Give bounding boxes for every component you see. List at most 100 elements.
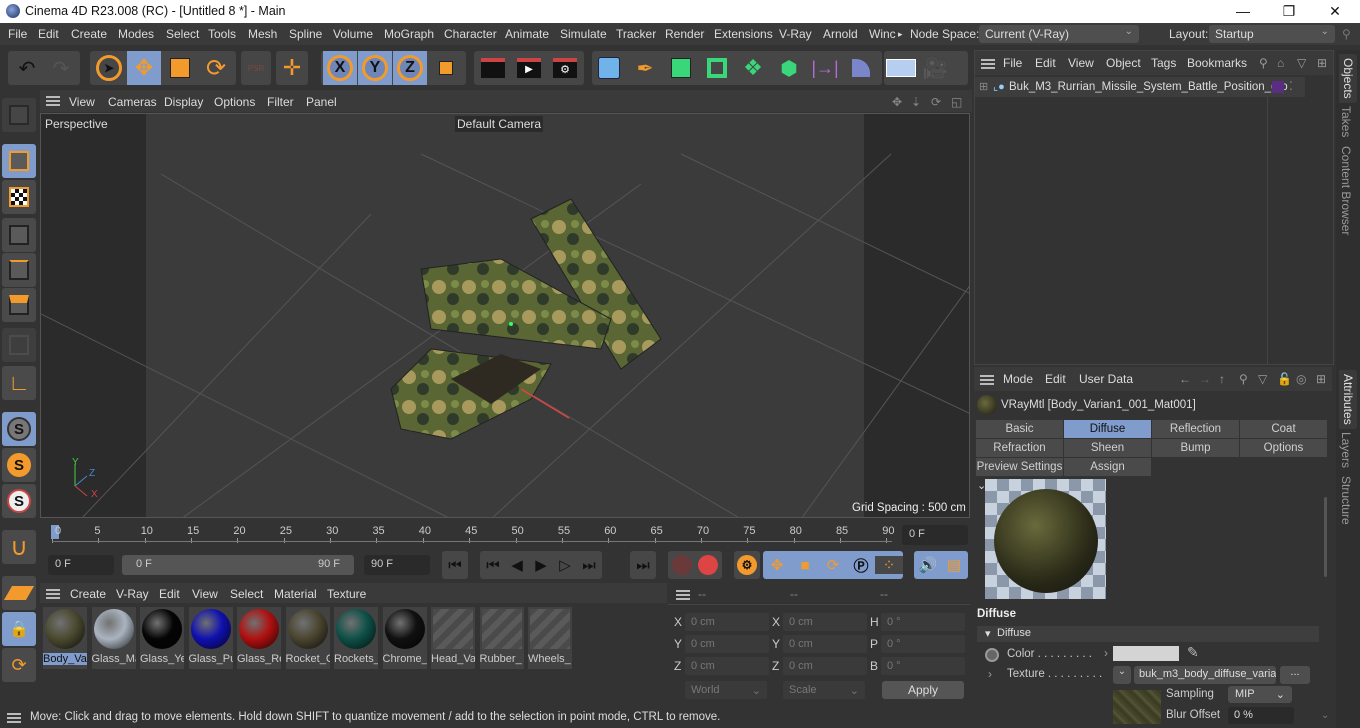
tab-refraction[interactable]: Refraction xyxy=(976,439,1064,457)
object-row[interactable]: ⊞ ⌞● Buk_M3_Rurrian_Missile_System_Battl… xyxy=(975,77,1305,97)
make-editable-button[interactable] xyxy=(2,98,36,132)
lock-workplane-button[interactable]: 🔒 xyxy=(2,612,36,646)
tab-assign[interactable]: Assign xyxy=(1064,458,1152,476)
texture-path-field[interactable]: buk_m3_body_diffuse_varia xyxy=(1134,666,1276,684)
texture-expand-icon[interactable]: › xyxy=(988,667,992,681)
search-icon[interactable]: ⚲ xyxy=(1259,56,1268,70)
snap-button[interactable]: S xyxy=(2,412,36,446)
attribute-menu-icon[interactable] xyxy=(980,374,994,388)
color-swatch[interactable] xyxy=(1113,646,1179,661)
coordinates-menu-icon[interactable] xyxy=(676,589,690,603)
menu-tools[interactable]: Tools xyxy=(208,27,236,41)
end-frame-field[interactable]: 90 F xyxy=(364,555,430,575)
material-swatch[interactable]: Glass_Pu xyxy=(188,607,233,669)
menu-file[interactable]: File xyxy=(8,27,27,41)
key-parameter-button[interactable]: Ⓟ xyxy=(847,555,875,576)
menu-render[interactable]: Render xyxy=(665,27,704,41)
model-mode-button[interactable] xyxy=(2,144,36,178)
material-menu-material[interactable]: Material xyxy=(274,587,317,601)
viewport-menu-cameras[interactable]: Cameras xyxy=(108,95,157,109)
psr-button[interactable]: PSR xyxy=(241,51,271,85)
camera-name[interactable]: Default Camera xyxy=(455,116,544,132)
uv-mode-button[interactable] xyxy=(2,328,36,362)
tab-content-browser[interactable]: Content Browser xyxy=(1339,146,1353,235)
material-menu-select[interactable]: Select xyxy=(230,587,263,601)
texture-browse-button[interactable]: ... xyxy=(1280,666,1310,684)
edges-mode-button[interactable] xyxy=(2,253,36,287)
x-axis-lock-button[interactable]: X xyxy=(323,51,357,85)
viewport-zoom-icon[interactable]: ⇣ xyxy=(911,95,921,109)
material-swatch[interactable]: Glass_Re xyxy=(237,607,281,669)
mograph-cloner-button[interactable]: ❖ xyxy=(736,51,770,85)
rot-p-field[interactable]: 0 ° xyxy=(881,635,965,653)
timeline-ruler[interactable]: 0 5 10 15 20 25 30 35 40 45 50 55 60 65 70 75 80 85 90 0 F xyxy=(40,519,972,549)
material-menu-texture[interactable]: Texture xyxy=(327,587,366,601)
new-window-icon[interactable]: ⊞ xyxy=(1317,56,1327,70)
status-menu-icon[interactable] xyxy=(7,712,21,726)
material-swatch[interactable]: Chrome_ xyxy=(382,607,427,669)
size-mode-dropdown[interactable]: Scale ⌄ xyxy=(783,681,865,699)
back-arrow-icon[interactable]: ← xyxy=(1179,372,1191,386)
object-menu-tags[interactable]: Tags xyxy=(1151,56,1176,70)
y-axis-lock-button[interactable]: Y xyxy=(358,51,392,85)
maximize-button[interactable]: ❐ xyxy=(1266,0,1312,23)
viewport-maximize-icon[interactable]: ◱ xyxy=(951,95,962,109)
render-picture-viewer-button[interactable]: ▶ xyxy=(512,51,546,85)
camera-button[interactable]: 🎥 xyxy=(918,51,952,85)
film-button[interactable]: ▤ xyxy=(941,556,967,574)
rotate-tool-button[interactable]: ⟳ xyxy=(199,51,233,85)
scale-tool-button[interactable] xyxy=(163,51,197,85)
diffuse-group-header[interactable]: ▾ Diffuse xyxy=(977,626,1319,642)
workplane-button[interactable] xyxy=(2,576,36,610)
material-menu-create[interactable]: Create xyxy=(70,587,106,601)
filter-icon[interactable]: ▽ xyxy=(1258,372,1267,386)
object-menu-file[interactable]: File xyxy=(1003,56,1022,70)
floor-button[interactable] xyxy=(884,51,918,85)
tab-reflection[interactable]: Reflection xyxy=(1152,420,1240,438)
extrude-button[interactable] xyxy=(700,51,734,85)
blur-offset-field[interactable]: 0 % xyxy=(1228,707,1294,724)
color-expand-icon[interactable]: › xyxy=(1104,646,1108,660)
coordinate-mode-dropdown[interactable]: World ⌄ xyxy=(685,681,767,699)
material-swatch[interactable]: Wheels_ xyxy=(528,607,572,669)
menu-tracker[interactable]: Tracker xyxy=(616,27,656,41)
deformer-button[interactable]: |→| xyxy=(808,51,842,85)
size-y-field[interactable]: 0 cm xyxy=(783,635,867,653)
prev-frame-button[interactable]: ◀ xyxy=(505,556,529,574)
menu-volume[interactable]: Volume xyxy=(333,27,373,41)
tab-attributes[interactable]: Attributes xyxy=(1339,370,1357,429)
lock-icon[interactable]: 🔓 xyxy=(1277,372,1292,386)
target-icon[interactable]: ◎ xyxy=(1296,372,1306,386)
select-tool-button[interactable]: ➤ xyxy=(92,51,126,85)
tab-bump[interactable]: Bump xyxy=(1152,439,1240,457)
menu-mograph[interactable]: MoGraph xyxy=(384,27,434,41)
cube-button[interactable] xyxy=(592,51,626,85)
snap-workplane-button[interactable]: S xyxy=(2,484,36,518)
z-axis-lock-button[interactable]: Z xyxy=(393,51,427,85)
material-swatch[interactable]: Glass_Ye xyxy=(140,607,184,669)
apply-button[interactable]: Apply xyxy=(882,681,964,699)
new-window-icon[interactable]: ⊞ xyxy=(1316,372,1326,386)
eyedropper-icon[interactable]: ✎ xyxy=(1187,644,1199,661)
sampling-dropdown[interactable]: MIP ⌄ xyxy=(1228,686,1292,703)
viewport-menu-display[interactable]: Display xyxy=(164,95,203,109)
key-position-button[interactable]: ✥ xyxy=(763,556,791,574)
up-arrow-icon[interactable]: ↑ xyxy=(1219,372,1225,386)
key-rotation-button[interactable]: ⟳ xyxy=(819,556,847,574)
tab-takes[interactable]: Takes xyxy=(1339,106,1353,137)
object-menu-view[interactable]: View xyxy=(1068,56,1094,70)
attribute-menu-edit[interactable]: Edit xyxy=(1045,372,1066,386)
object-menu-edit[interactable]: Edit xyxy=(1035,56,1056,70)
material-swatch[interactable]: Glass_Ma xyxy=(91,607,136,669)
attribute-menu-user-data[interactable]: User Data xyxy=(1079,372,1133,386)
x-axis-handle[interactable] xyxy=(521,384,581,424)
3d-viewport[interactable]: Perspective Default Camera Y Z X Grid Sp… xyxy=(40,113,970,518)
material-swatch[interactable]: Body_Va xyxy=(43,607,87,669)
redo-button[interactable]: ↷ xyxy=(44,51,78,85)
autokey-button[interactable] xyxy=(698,555,718,575)
key-pla-button[interactable]: ⁘ xyxy=(875,556,903,574)
viewport-pan-icon[interactable]: ✥ xyxy=(892,95,902,109)
magnet-button[interactable]: ∪ xyxy=(2,530,36,564)
menu-simulate[interactable]: Simulate xyxy=(560,27,607,41)
viewport-menu-view[interactable]: View xyxy=(69,95,95,109)
